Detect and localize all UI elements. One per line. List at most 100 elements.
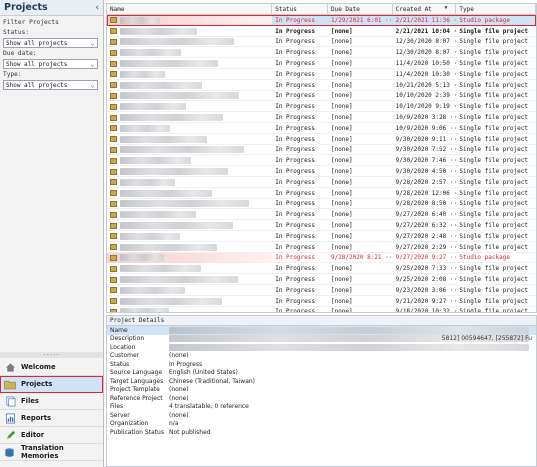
table-row[interactable]: In Progress [none] 9/27/2020 6:32 ··· Singl… (107, 220, 536, 231)
redacted-project-name (120, 114, 223, 122)
detail-value-cell: In Progress (167, 361, 536, 368)
project-name-cell (107, 101, 272, 112)
table-row[interactable]: In Progress [none] 10/10/2020 9:19 ···Sing… (107, 101, 536, 113)
table-row[interactable]: In Progress 1/29/2021 6:01 ··· 2/21/2021 1… (107, 15, 536, 26)
detail-value: 4 translatable, 0 reference (169, 403, 249, 411)
project-file-icon (110, 287, 117, 294)
table-row[interactable]: In Progress [none] 9/30/2020 7:46 ··· Singl… (107, 155, 536, 167)
status-cell: In Progress (275, 189, 315, 197)
type-cell: Single file project (459, 81, 529, 89)
status-cell: In Progress (275, 38, 315, 46)
nav-item-projects[interactable]: Projects (0, 376, 103, 393)
type-cell: Single file project (459, 124, 529, 132)
detail-row[interactable]: Target Languages Chinese (Traditional, Ta… (107, 377, 536, 386)
table-row[interactable]: In Progress [none] 9/30/2020 4:50 ··· Singl… (107, 166, 536, 177)
project-name-cell (107, 80, 272, 91)
status-filter-select[interactable]: Show all projects ⌄ (3, 38, 98, 48)
nav-item-translation-memories[interactable]: Translation Memories (0, 444, 103, 461)
column-header-type[interactable]: Type (456, 4, 536, 15)
status-cell: In Progress (275, 232, 315, 240)
table-row[interactable]: In Progress [none] 11/4/2020 10:50 ···Sing… (107, 58, 536, 69)
type-filter-select[interactable]: Show all projects ⌄ (3, 80, 98, 90)
status-cell: In Progress (275, 114, 315, 122)
due-date-cell: [none] (330, 178, 353, 186)
detail-label: Status (110, 360, 130, 368)
table-row[interactable]: In Progress [none] 9/30/2020 7:52 ··· Singl… (107, 145, 536, 156)
redacted-project-name (120, 168, 228, 176)
nav-item-label: Translation Memories (20, 444, 64, 460)
detail-row[interactable]: Server (none) (107, 411, 536, 420)
table-row[interactable]: In Progress [none] 9/25/2020 2:08 ··· Singl… (107, 274, 536, 285)
type-cell: Single file project (459, 200, 529, 208)
column-header-status[interactable]: Status (272, 4, 328, 15)
status-cell: In Progress (275, 200, 315, 208)
chevron-left-icon[interactable]: ‹ (95, 3, 99, 13)
table-row[interactable]: In Progress [none] 9/27/2020 2:29 ··· Singl… (107, 242, 536, 253)
due-date-cell: [none] (330, 243, 353, 251)
project-name-cell (107, 155, 272, 166)
nav-item-reports[interactable]: Reports (0, 410, 103, 427)
table-row[interactable]: In Progress [none] 9/30/2020 9:11 ··· Singl… (107, 134, 536, 145)
nav-item-welcome[interactable]: Welcome (0, 359, 103, 376)
table-row[interactable]: In Progress [none] 9/27/2020 6:40 ··· Singl… (107, 209, 536, 221)
table-row[interactable]: In Progress [none] 9/23/2020 3:06 ··· Singl… (107, 285, 536, 296)
type-cell: Single file project (459, 211, 529, 219)
table-row[interactable]: In Progress [none] 10/9/2020 9:06 ··· Singl… (107, 123, 536, 134)
created-at-cell: 2/21/2021 11:36 ··· (395, 16, 457, 24)
table-row[interactable]: In Progress [none] 9/28/2020 8:50 ··· Singl… (107, 199, 536, 210)
table-row[interactable]: In Progress [none] 9/18/2020 10:32 ···Sing… (107, 307, 536, 313)
detail-label: Project Template (110, 386, 160, 394)
detail-row[interactable]: Reference Project (none) (107, 394, 536, 403)
detail-row[interactable]: Description 5812] 00594647, [255872] Fu (107, 335, 536, 344)
panel-splitter[interactable]: ····· (0, 351, 103, 359)
project-file-icon (110, 211, 117, 218)
type-cell: Single file project (459, 103, 529, 111)
project-file-icon (110, 244, 117, 251)
table-row[interactable]: In Progress [none] 9/25/2020 7:33 ··· Singl… (107, 263, 536, 275)
due-date-cell: [none] (330, 124, 353, 132)
project-file-icon (110, 125, 117, 132)
created-at-cell: 2/21/2021 10:04 ··· (395, 27, 457, 35)
table-row[interactable]: In Progress [none] 9/27/2020 2:48 ··· Singl… (107, 231, 536, 242)
table-row[interactable]: In Progress [none] 9/28/2020 12:06 ···Sing… (107, 188, 536, 199)
nav-item-files[interactable]: Files (0, 393, 103, 410)
detail-value: (none) (169, 386, 189, 394)
projects-grid: Name Status Due Date Created At ▼ Type I… (106, 3, 537, 313)
table-row[interactable]: In Progress [none] 2/21/2021 10:04 ···Sing… (107, 26, 536, 37)
detail-label: Reference Project (110, 394, 163, 402)
detail-row[interactable]: Location (107, 343, 536, 352)
table-row[interactable]: In Progress [none] 10/9/2020 3:28 ··· Singl… (107, 112, 536, 123)
table-row[interactable]: In Progress [none] 10/21/2020 5:13 ···Sing… (107, 80, 536, 91)
status-cell: In Progress (275, 27, 315, 35)
created-at-cell: 10/9/2020 9:06 ··· (395, 124, 457, 132)
table-row[interactable]: In Progress [none] 9/21/2020 9:27 ··· Singl… (107, 296, 536, 307)
redacted-project-name (120, 81, 202, 89)
detail-row[interactable]: Status In Progress (107, 360, 536, 369)
column-header-due-date[interactable]: Due Date (328, 4, 393, 15)
detail-row[interactable]: Organization n/a (107, 420, 536, 429)
table-row[interactable]: In Progress [none] 9/28/2020 2:57 ··· Singl… (107, 177, 536, 188)
table-row[interactable]: In Progress [none] 11/4/2020 10:30 ···Sing… (107, 69, 536, 80)
detail-row[interactable]: Files 4 translatable, 0 reference (107, 403, 536, 412)
table-row[interactable]: In Progress [none] 10/10/2020 2:39 ···Sing… (107, 91, 536, 102)
table-row[interactable]: In Progress [none] 12/30/2020 8:07 ···Sing… (107, 47, 536, 59)
created-at-cell: 9/30/2020 7:52 ··· (395, 146, 457, 154)
column-header-created-at[interactable]: Created At ▼ (393, 4, 457, 15)
due-date-filter-select[interactable]: Show all projects ⌄ (3, 59, 98, 69)
detail-row[interactable]: Project Template (none) (107, 386, 536, 395)
detail-row[interactable]: Name (107, 326, 536, 335)
type-cell: Single file project (459, 135, 529, 143)
detail-row[interactable]: Source Language English (United States) (107, 369, 536, 378)
nav-item-editor[interactable]: Editor (0, 427, 103, 444)
table-row[interactable]: In Progress [none] 12/30/2020 8:07 ···Sing… (107, 37, 536, 48)
table-row[interactable]: In Progress 9/28/2020 8:21 ··· 9/27/2020 9… (107, 252, 536, 264)
type-cell: Single file project (459, 178, 529, 186)
detail-label: Description (110, 335, 145, 343)
detail-row[interactable]: Publication Status Not published (107, 428, 536, 437)
column-header-name[interactable]: Name (107, 4, 273, 15)
due-date-cell: [none] (330, 222, 353, 230)
type-cell: Single file project (459, 308, 529, 313)
detail-row[interactable]: Customer (none) (107, 352, 536, 361)
project-file-icon (110, 179, 117, 186)
chevron-down-icon: ⌄ (90, 60, 95, 68)
